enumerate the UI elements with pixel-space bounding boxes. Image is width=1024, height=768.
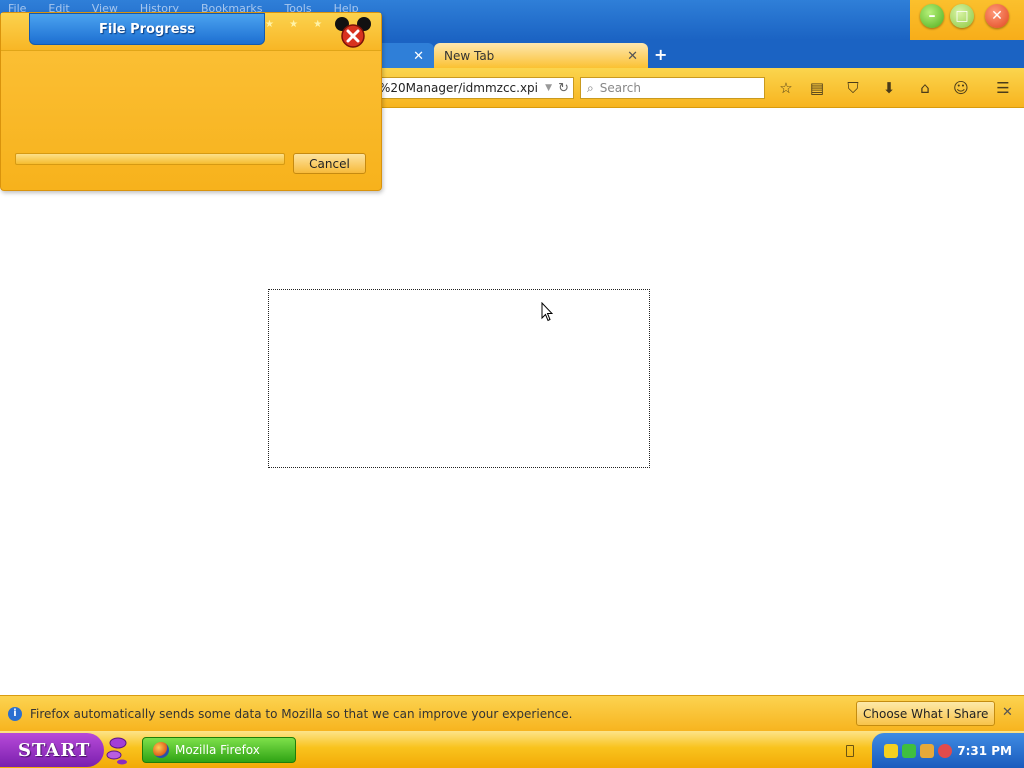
maximize-button[interactable]: □: [950, 4, 974, 28]
search-placeholder[interactable]: Search: [600, 81, 641, 95]
reload-icon[interactable]: ↻: [558, 81, 569, 96]
url-bar[interactable]: %20Manager/idmmzcc.xpi ▼ ↻: [372, 77, 574, 99]
system-tray: 7:31 PM: [872, 733, 1024, 768]
downloads-icon[interactable]: ⬇: [879, 78, 899, 98]
clock[interactable]: 7:31 PM: [957, 744, 1012, 758]
close-icon: ✕: [991, 8, 1003, 24]
window-close-button[interactable]: ✕: [985, 4, 1009, 28]
reading-list-icon[interactable]: ▤: [807, 78, 827, 98]
pocket-icon[interactable]: ⛉: [843, 78, 863, 98]
network-icon[interactable]: [902, 743, 916, 758]
start-decoration-icon: [106, 737, 127, 765]
new-tab-plus-icon[interactable]: +: [654, 45, 667, 64]
hello-icon[interactable]: ☺: [951, 78, 971, 98]
maximize-icon: □: [955, 8, 969, 24]
tool-icon[interactable]: [920, 743, 934, 758]
search-bar[interactable]: ⌕ Search: [580, 77, 765, 99]
page-content: [0, 109, 1024, 695]
tab-close-icon[interactable]: ✕: [413, 49, 424, 64]
show-desktop-icon[interactable]: [846, 745, 854, 757]
info-icon: i: [8, 706, 22, 721]
minimize-icon: –: [928, 8, 936, 24]
dialog-close-button[interactable]: [334, 15, 372, 49]
minimize-button[interactable]: –: [920, 4, 944, 28]
taskbar: START Mozilla Firefox 7:31 PM: [0, 731, 1024, 768]
download-progress-bar: [15, 153, 285, 165]
mouse-cursor-icon: [541, 302, 553, 322]
tab-new-tab[interactable]: New Tab ✕: [434, 43, 648, 69]
home-icon[interactable]: ⌂: [915, 78, 935, 98]
notification-close-icon[interactable]: ✕: [1002, 705, 1013, 720]
file-progress-dialog: File Progress ★ ★ ★ Cancel: [0, 12, 382, 191]
menu-icon[interactable]: ☰: [993, 78, 1013, 98]
tab-label: New Tab: [444, 49, 495, 63]
bookmark-star-icon[interactable]: ☆: [776, 78, 796, 98]
url-text[interactable]: %20Manager/idmmzcc.xpi: [379, 81, 545, 95]
tab-close-icon[interactable]: ✕: [627, 49, 638, 64]
taskbar-item-firefox[interactable]: Mozilla Firefox: [142, 737, 296, 763]
firefox-icon: [153, 742, 169, 758]
data-reporting-notification-bar: i Firefox automatically sends some data …: [0, 695, 1024, 731]
start-button[interactable]: START: [0, 733, 104, 767]
notification-text: Firefox automatically sends some data to…: [30, 706, 573, 721]
search-icon: ⌕: [587, 80, 594, 95]
stars-decoration-icon: ★ ★ ★: [265, 19, 329, 30]
choose-what-i-share-button[interactable]: Choose What I Share: [856, 701, 996, 726]
cancel-button[interactable]: Cancel: [293, 153, 366, 174]
focused-empty-region[interactable]: [268, 289, 650, 468]
alert-shield-icon[interactable]: [938, 743, 952, 758]
security-shield-icon[interactable]: [884, 743, 898, 758]
url-dropdown-icon[interactable]: ▼: [545, 83, 552, 93]
dialog-title: File Progress: [29, 13, 265, 45]
taskbar-item-label: Mozilla Firefox: [175, 743, 260, 757]
